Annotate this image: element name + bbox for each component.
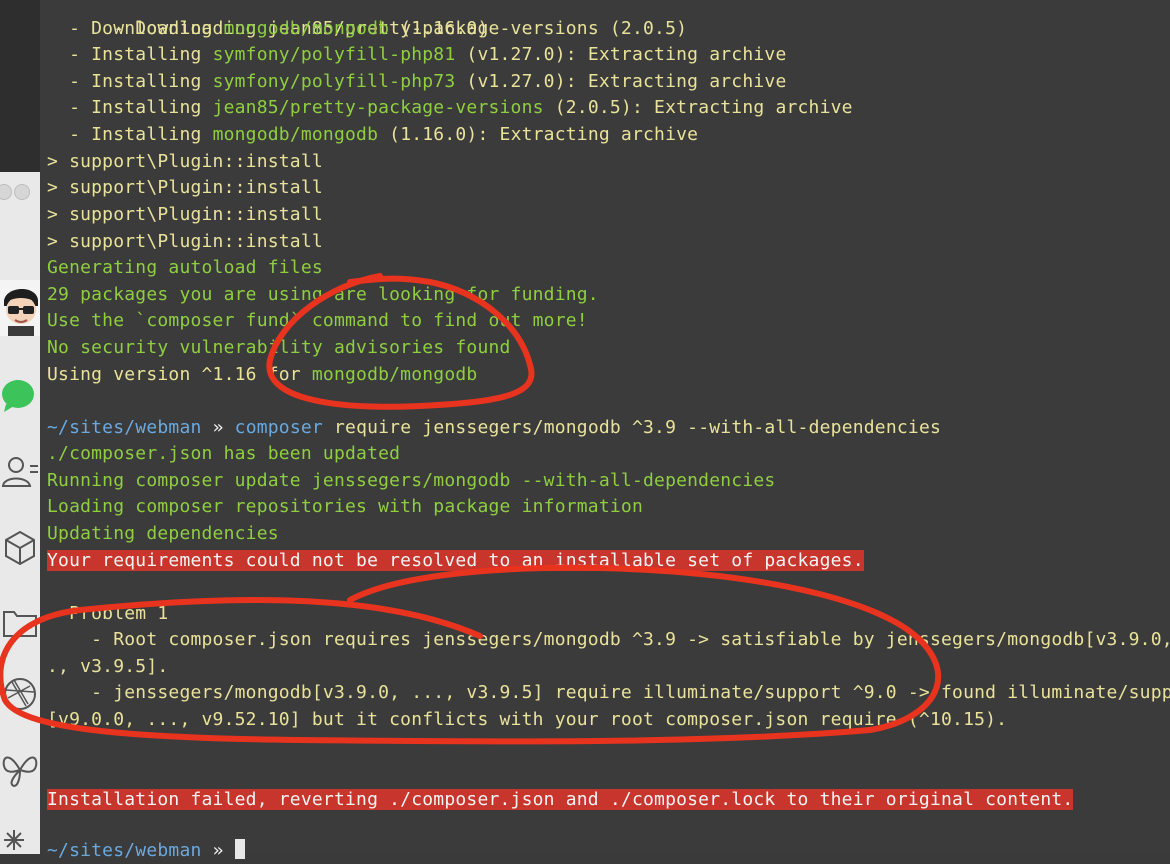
spark-icon[interactable] <box>0 826 40 854</box>
prompt-arrow: » <box>201 840 235 861</box>
terminal-line: - Installing jean85/pretty-package-versi… <box>47 95 853 121</box>
command-args: require jenssegers/mongodb ^3.9 --with-a… <box>322 417 942 438</box>
prompt-path: ~/sites/webman <box>47 417 202 438</box>
security-advisory-line: No security vulnerability advisories fou… <box>47 337 511 358</box>
line-text: - Downloading <box>47 18 224 39</box>
butterfly-icon[interactable] <box>0 750 40 790</box>
line-text: - Installing <box>47 44 213 65</box>
aperture-icon[interactable] <box>0 672 40 716</box>
window-control-dot[interactable] <box>0 184 12 200</box>
contacts-icon[interactable] <box>0 454 40 490</box>
line-text: (1.16.0) <box>389 18 489 39</box>
problem-heading: Problem 1 <box>47 603 169 624</box>
prompt-line: ~/sites/webman » composer require jensse… <box>47 415 941 441</box>
terminal-window[interactable]: - Downloading jean85/pretty-package-vers… <box>40 0 1170 861</box>
command-name: composer <box>234 417 323 438</box>
package-name: symfony/polyfill-php73 <box>212 71 456 92</box>
output-line: Updating dependencies <box>47 523 279 544</box>
output-line: Loading composer repositories with packa… <box>47 496 643 517</box>
install-failed-message: Installation failed, reverting ./compose… <box>47 789 1074 810</box>
package-name: mongodb/mongodb <box>223 18 390 39</box>
folder-icon[interactable] <box>0 604 40 640</box>
line-text: (1.16.0): Extracting archive <box>378 124 699 145</box>
problem-detail-line: ., v3.9.5]. <box>47 656 169 677</box>
terminal-line: Using version ^1.16 for mongodb/mongodb <box>47 362 477 388</box>
terminal-line: - Installing symfony/polyfill-php81 (v1.… <box>47 42 786 68</box>
cube-icon[interactable] <box>0 528 40 568</box>
autoload-line: Generating autoload files <box>47 257 323 278</box>
line-text: (v1.27.0): Extracting archive <box>455 44 787 65</box>
background-app-sidebar <box>0 172 41 854</box>
error-line: Your requirements could not be resolved … <box>47 548 864 574</box>
package-name: symfony/polyfill-php81 <box>212 44 456 65</box>
plugin-install-line: > support\Plugin::install <box>47 204 323 225</box>
prompt-line[interactable]: ~/sites/webman » <box>47 838 245 864</box>
prompt-arrow: » <box>201 417 235 438</box>
package-name: mongodb/mongodb <box>212 124 379 145</box>
package-name: mongodb/mongodb <box>311 364 478 385</box>
chat-bubble-icon[interactable] <box>0 374 40 414</box>
error-line: Installation failed, reverting ./compose… <box>47 787 1074 813</box>
line-text: - Installing <box>47 124 213 145</box>
error-message: Your requirements could not be resolved … <box>47 550 864 571</box>
problem-detail-line: - jenssegers/mongodb[v3.9.0, ..., v3.9.5… <box>47 682 1170 703</box>
output-line: Running composer update jenssegers/mongo… <box>47 470 776 491</box>
terminal-line: - Downloading mongodb/mongodb (1.16.0) <box>47 16 489 42</box>
terminal-line: - Downloading jean85/pretty-package-vers… <box>47 0 687 39</box>
plugin-install-line: > support\Plugin::install <box>47 151 323 172</box>
problem-detail-line: [v9.0.0, ..., v9.52.10] but it conflicts… <box>47 709 1008 730</box>
fund-command-line: Use the `composer fund` command to find … <box>47 310 588 331</box>
line-text: - Installing <box>47 71 213 92</box>
avatar[interactable] <box>0 280 40 336</box>
plugin-install-line: > support\Plugin::install <box>47 231 323 252</box>
window-control-dot[interactable] <box>14 184 30 200</box>
line-text: (2.0.5): Extracting archive <box>543 97 853 118</box>
using-version-text: Using version ^1.16 for <box>47 364 312 385</box>
line-text: - Installing <box>47 97 213 118</box>
terminal-line: - Installing symfony/polyfill-php73 (v1.… <box>47 69 786 95</box>
line-text: (v1.27.0): Extracting archive <box>455 71 787 92</box>
text-cursor[interactable] <box>234 839 245 859</box>
plugin-install-line: > support\Plugin::install <box>47 177 323 198</box>
output-line: ./composer.json has been updated <box>47 443 401 464</box>
prompt-path: ~/sites/webman <box>47 840 202 861</box>
terminal-line: - Installing mongodb/mongodb (1.16.0): E… <box>47 122 698 148</box>
problem-detail-line: - Root composer.json requires jenssegers… <box>47 629 1170 650</box>
package-name: jean85/pretty-package-versions <box>212 97 544 118</box>
funding-line: 29 packages you are using are looking fo… <box>47 284 599 305</box>
